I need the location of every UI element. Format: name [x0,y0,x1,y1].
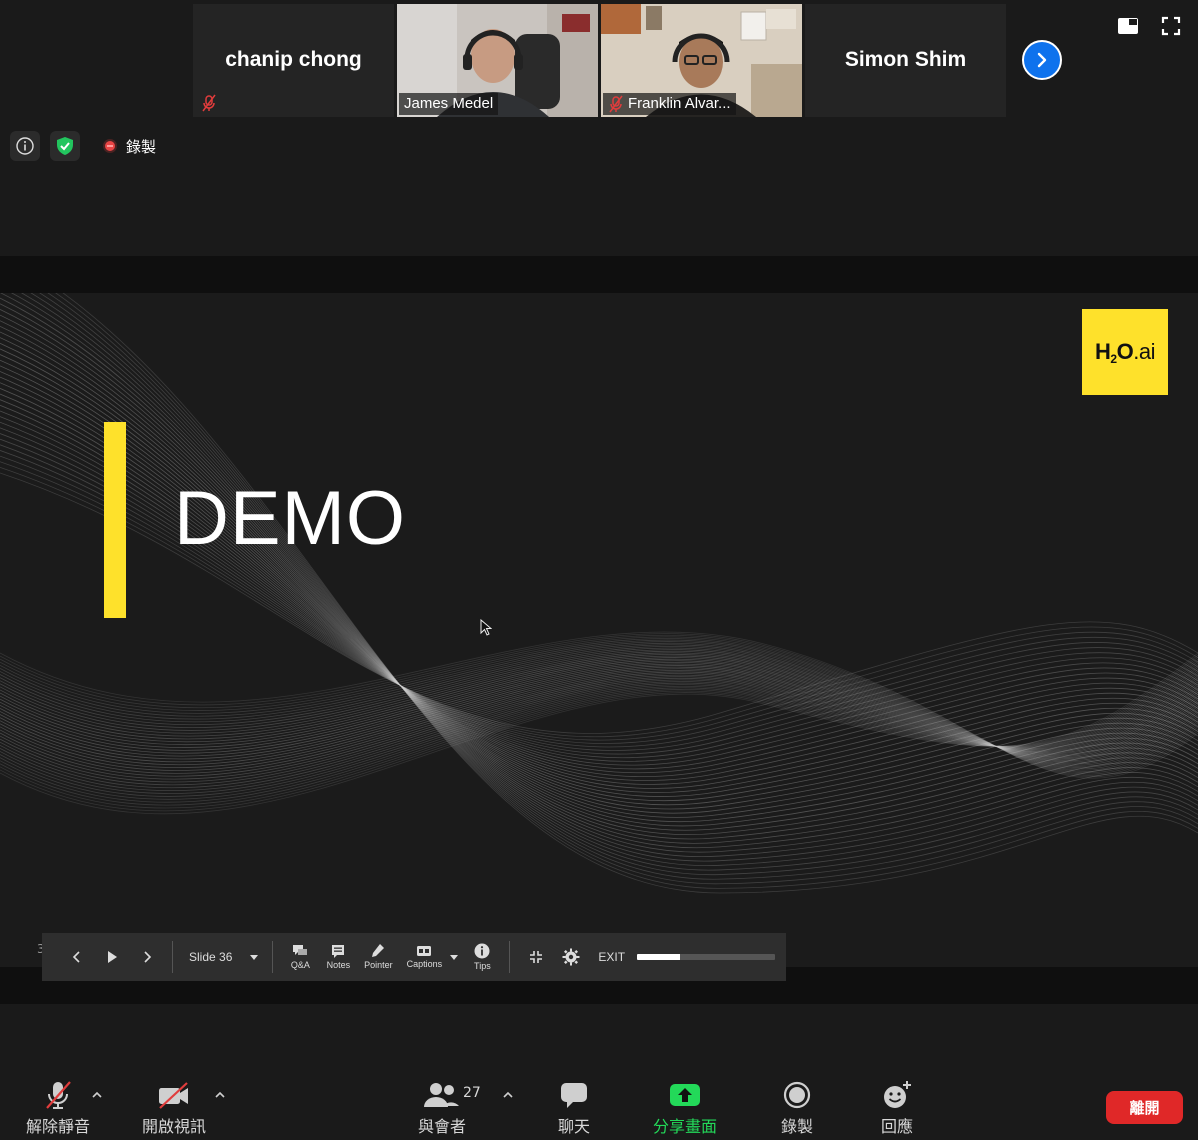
captions-options-button[interactable] [449,954,459,960]
leave-meeting-button[interactable]: 離開 [1106,1091,1183,1124]
previous-slide-button[interactable] [60,951,94,963]
start-video-button[interactable]: 開啟視訊 [142,1080,206,1137]
video-off-icon [159,1082,188,1109]
slide-progress-bar [637,954,776,960]
exit-fullscreen-button[interactable] [518,950,554,964]
qa-label: Q&A [290,960,310,970]
share-screen-icon [670,1084,700,1106]
participant-tile-franklin-alvarez[interactable]: Franklin Alvar... [601,4,802,117]
slide-selector[interactable]: Slide 36 [189,950,259,964]
reactions-label: 回應 [881,1117,914,1136]
compress-icon [530,951,543,963]
share-screen-label: 分享畫面 [653,1117,718,1136]
captions-icon [417,946,432,956]
info-icon [16,137,34,155]
qa-icon [293,945,308,955]
chevron-right-icon [1037,52,1047,68]
mouse-cursor-icon [480,619,492,636]
participant-name-label: James Medel [399,93,499,115]
unmute-button[interactable]: 解除靜音 [26,1080,90,1137]
slide-control-bar: Slide 36 Q&A Notes Pointer Captions Tips… [42,933,786,981]
participant-name: James Medel [404,95,494,112]
reactions-button[interactable]: 回應 [881,1080,913,1137]
chat-bubble-icon [561,1083,587,1108]
fullscreen-icon [1161,16,1181,36]
meeting-info-row: 錄製 [10,131,156,161]
recording-dot-icon [103,139,117,153]
emoji-add-icon [884,1081,911,1108]
record-icon [783,1081,811,1109]
captions-button[interactable]: Captions [399,945,449,969]
participants-button[interactable]: 與會者 [418,1080,466,1137]
accent-bar [104,422,126,618]
participant-name-label: Franklin Alvar... [603,93,736,115]
meeting-info-button[interactable] [10,131,40,161]
qa-button[interactable]: Q&A [281,944,319,970]
participant-tile-chanip-chong[interactable]: chanip chong [193,4,394,117]
h2o-ai-logo: H2O.ai [1082,309,1168,395]
start-video-label: 開啟視訊 [142,1117,207,1136]
presentation-slide: H2O.ai DEMO [0,293,1198,967]
muted-mic-icon [196,92,222,114]
participant-name: Simon Shim [844,48,967,71]
slide-progress-fill [637,954,680,960]
participants-options-caret-icon[interactable] [501,1088,515,1102]
pointer-button[interactable]: Pointer [357,944,399,970]
slide-title: DEMO [174,476,406,561]
wave-background-decoration [0,293,1198,894]
caret-down-icon [450,954,459,960]
chat-label: 聊天 [558,1117,591,1136]
notes-button[interactable]: Notes [319,944,357,970]
chat-button[interactable]: 聊天 [558,1080,590,1137]
next-slide-button[interactable] [130,951,164,963]
shared-screen: H2O.ai DEMO 3 Slide 36 Q&A Notes Pointer… [0,256,1198,1004]
participants-icon [424,1083,459,1107]
captions-label: Captions [406,959,443,969]
play-button[interactable] [94,951,130,963]
muted-mic-icon [609,95,623,113]
chevron-left-icon [72,951,80,963]
unmute-label: 解除靜音 [26,1117,91,1136]
settings-button[interactable] [554,948,588,966]
notes-label: Notes [326,960,351,970]
zoom-meeting-window: chanip chong James Medel Franklin Alvar.… [0,0,1198,1140]
divider [509,941,511,973]
participant-name: chanip chong [225,48,362,71]
gallery-next-button[interactable] [1022,40,1062,80]
share-screen-button[interactable]: 分享畫面 [653,1080,717,1137]
chevron-right-icon [144,951,152,963]
record-button[interactable]: 錄製 [781,1080,813,1137]
tips-label: Tips [474,961,491,971]
divider [172,941,173,973]
slide-number-label: Slide 36 [189,950,233,964]
participants-label: 與會者 [418,1117,467,1136]
participants-count-badge: 27 [463,1085,481,1101]
info-icon [474,943,490,959]
participant-name: Franklin Alvar... [628,95,731,112]
divider [272,941,274,973]
shield-check-icon [57,137,73,155]
participant-tile-simon-shim[interactable]: Simon Shim [805,4,1006,117]
play-icon [108,951,117,963]
recording-indicator[interactable]: 錄製 [102,136,156,157]
gear-icon [562,948,580,966]
notes-icon [332,945,345,958]
fullscreen-button[interactable] [1160,15,1182,37]
speaker-view-icon [1118,18,1138,34]
record-label: 錄製 [781,1117,814,1136]
audio-options-caret-icon[interactable] [90,1088,104,1102]
laser-pointer-icon [372,944,385,957]
muted-mic-icon [46,1081,71,1109]
video-options-caret-icon[interactable] [213,1088,227,1102]
tips-button[interactable]: Tips [463,943,501,971]
pointer-label: Pointer [364,960,393,970]
caret-down-icon [250,954,259,960]
exit-button[interactable]: EXIT [598,950,625,964]
view-mode-button[interactable] [1117,15,1139,37]
recording-label: 錄製 [126,137,157,156]
encryption-button[interactable] [50,131,80,161]
participant-tile-james-medel[interactable]: James Medel [397,4,598,117]
